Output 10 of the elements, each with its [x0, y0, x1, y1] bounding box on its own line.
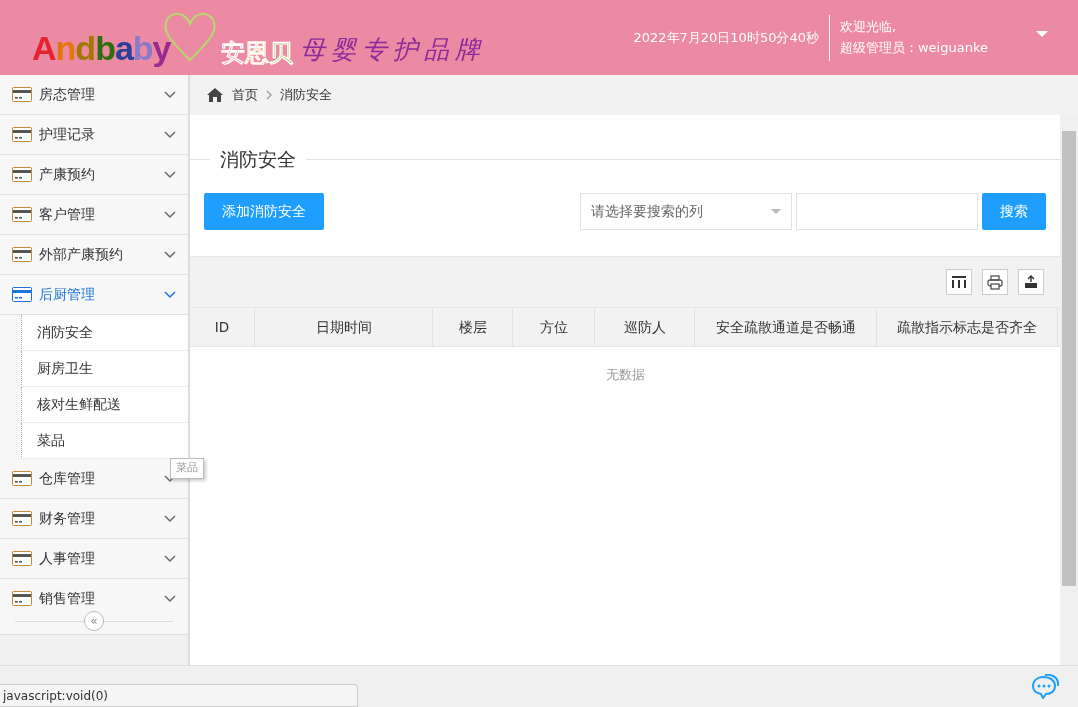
section-title: 消防安全 — [219, 146, 297, 172]
slogan-text: 母婴专护品牌 — [299, 36, 486, 62]
tooltip: 菜品 — [170, 458, 204, 479]
welcome-text: 欢迎光临, — [840, 17, 898, 36]
logo-text: Andbaby — [32, 31, 171, 65]
datetime-text: 2022年7月20日10时50分40秒 — [633, 28, 819, 47]
status-bar: javascript:void(0) — [0, 684, 358, 707]
logo-chinese-text: 安恩贝 — [220, 41, 293, 65]
user-name: 超级管理员：weiguanke — [840, 38, 988, 57]
empty-message: 无数据 — [605, 367, 645, 382]
